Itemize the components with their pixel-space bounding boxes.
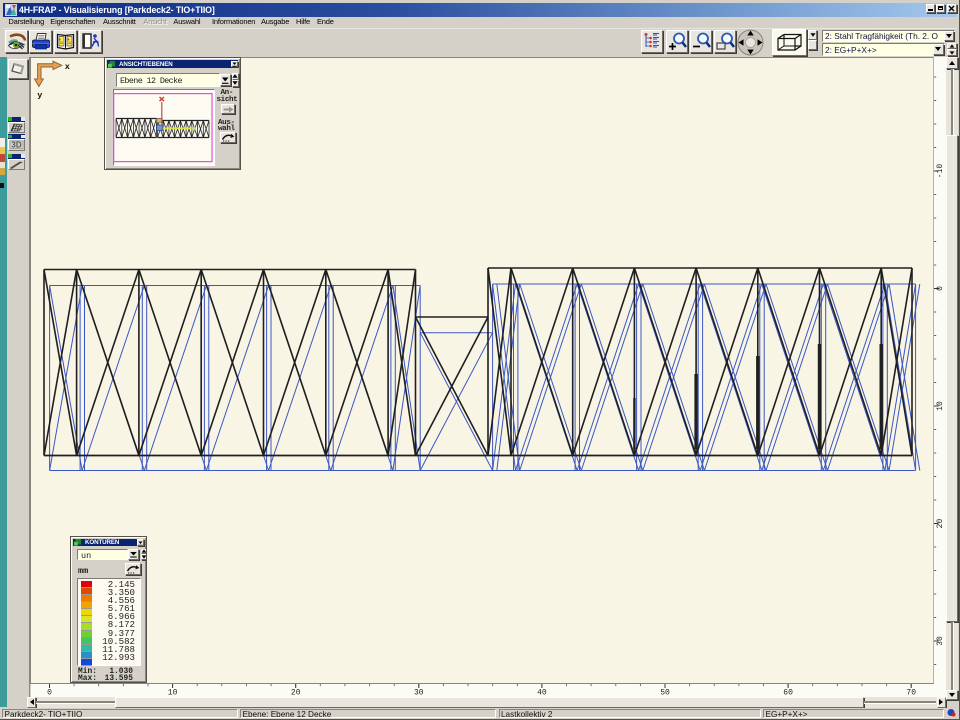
svg-text:30: 30 xyxy=(936,636,945,646)
svg-text:50: 50 xyxy=(660,689,670,698)
svg-text:-10: -10 xyxy=(936,164,945,179)
svg-text:70: 70 xyxy=(906,689,916,698)
svg-text:10: 10 xyxy=(936,401,945,411)
svg-text:0: 0 xyxy=(47,689,52,698)
svg-text:10: 10 xyxy=(167,689,177,698)
svg-text:y: y xyxy=(37,91,42,101)
svg-text:3D: 3D xyxy=(11,141,21,150)
svg-text:x: x xyxy=(65,62,70,72)
svg-text:30: 30 xyxy=(413,689,423,698)
svg-text:20: 20 xyxy=(290,689,300,698)
svg-text:20: 20 xyxy=(936,519,945,529)
svg-text:0: 0 xyxy=(936,286,945,291)
svg-text:40: 40 xyxy=(537,689,547,698)
svg-text:60: 60 xyxy=(783,689,793,698)
